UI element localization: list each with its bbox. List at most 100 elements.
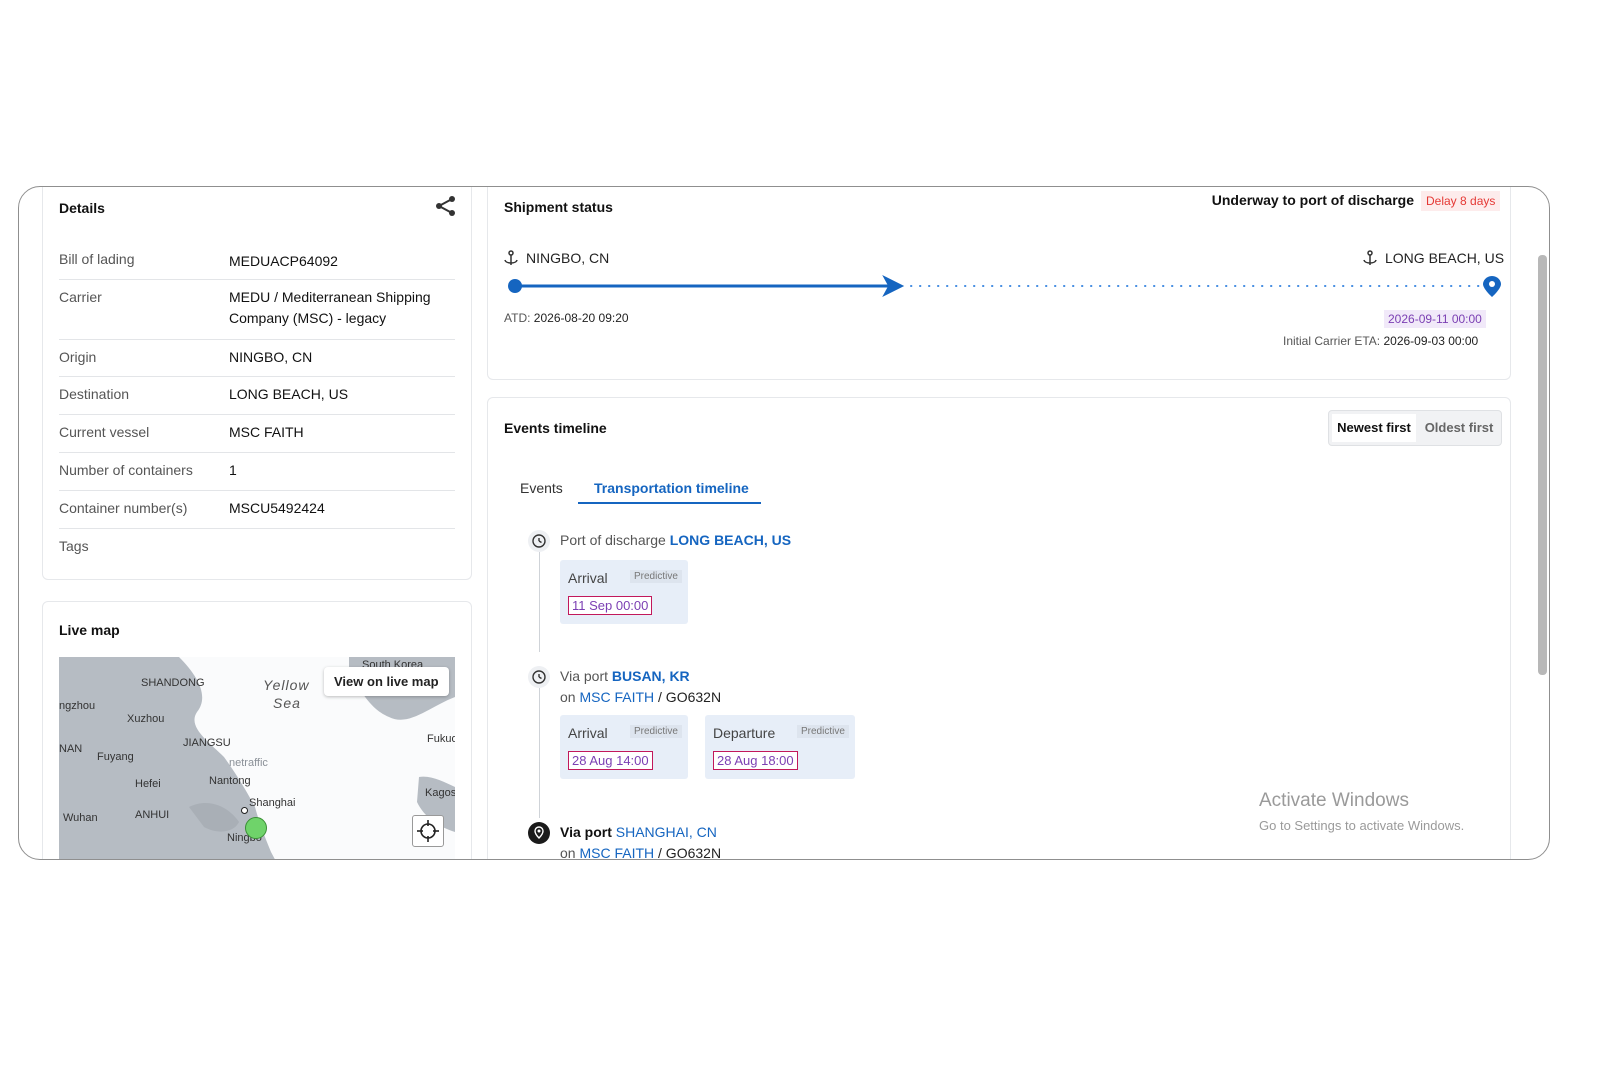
eta-value: 2026-09-11 00:00 — [1384, 310, 1486, 328]
event-title: Via port BUSAN, KR — [560, 668, 690, 684]
events-timeline-card: Events timeline Newest first Oldest firs… — [487, 397, 1511, 860]
on-label: on — [560, 689, 576, 705]
anchor-icon — [1363, 250, 1377, 265]
detail-label: Container number(s) — [59, 500, 188, 516]
location-pin-icon — [528, 822, 550, 844]
map-label-nantong: Nantong — [209, 775, 251, 787]
event-title: Port of discharge LONG BEACH, US — [560, 532, 791, 548]
event-date: 11 Sep 00:00 — [568, 596, 653, 615]
port-link-long-beach[interactable]: LONG BEACH, US — [670, 532, 791, 548]
tab-events[interactable]: Events — [520, 480, 563, 496]
detail-row-carrier: Carrier MEDU / Mediterranean Shipping Co… — [59, 279, 455, 340]
timeline-connector — [539, 552, 540, 652]
event-prefix: Via port — [560, 824, 612, 840]
map-view[interactable]: SHANDONG Yellow Sea South Korea ngzhou X… — [59, 657, 455, 859]
event-vessel-line: on MSC FAITH / GO632N — [560, 689, 721, 705]
port-link-busan[interactable]: BUSAN, KR — [612, 668, 690, 684]
origin-link[interactable]: NINGBO, CN — [229, 347, 449, 368]
atd-row: ATD: 2026-08-20 09:20 — [504, 311, 629, 325]
event-box-departure: Departure Predictive 28 Aug 18:00 — [705, 715, 855, 779]
predictive-badge: Predictive — [630, 570, 682, 583]
event-name: Arrival — [568, 725, 608, 741]
map-label-kago: Kagos — [425, 787, 455, 799]
map-label-yellow: Yellow — [263, 677, 310, 693]
events-title: Events timeline — [504, 420, 607, 436]
detail-row-number-of-containers: Number of containers 1 — [59, 452, 455, 491]
map-watermark: netraffic — [229, 757, 268, 769]
oldest-first-button[interactable]: Oldest first — [1419, 414, 1499, 442]
crosshair-icon — [417, 820, 439, 842]
map-label-fukuo: Fukuo — [427, 733, 455, 745]
scrollbar[interactable] — [1538, 255, 1547, 675]
app-frame: Details Bill of lading MEDUACP64092 Carr… — [18, 186, 1550, 860]
active-tab-indicator — [578, 502, 761, 504]
detail-label: Tags — [59, 538, 89, 554]
vessel-link[interactable]: MSC FAITH — [579, 845, 654, 859]
map-label-shandong: SHANDONG — [141, 677, 205, 689]
vessel-link[interactable]: MSC FAITH — [579, 689, 654, 705]
voyage-number: / GO632N — [658, 689, 722, 705]
delay-badge: Delay 8 days — [1421, 191, 1501, 211]
details-card: Details Bill of lading MEDUACP64092 Carr… — [42, 187, 472, 580]
map-label-sea: Sea — [273, 695, 301, 711]
tab-transportation-timeline[interactable]: Transportation timeline — [594, 480, 749, 496]
detail-label: Current vessel — [59, 424, 150, 440]
map-label-wuhan: Wuhan — [63, 812, 98, 824]
map-label-fuyang: Fuyang — [97, 751, 134, 763]
detail-row-current-vessel: Current vessel MSC FAITH — [59, 414, 455, 453]
live-map-title: Live map — [59, 622, 120, 638]
port-link-shanghai[interactable]: SHANGHAI, CN — [616, 824, 717, 840]
route-progress — [508, 275, 1501, 297]
view-on-live-map-button[interactable]: View on live map — [324, 667, 449, 696]
detail-label: Bill of lading — [59, 251, 135, 267]
clock-icon — [528, 666, 550, 688]
event-box-arrival: Arrival Predictive 11 Sep 00:00 — [560, 560, 688, 624]
detail-label: Destination — [59, 386, 130, 402]
map-label-jiangsu: JIANGSU — [183, 737, 231, 749]
event-box-arrival: Arrival Predictive 28 Aug 14:00 — [560, 715, 688, 779]
atd-value: 2026-08-20 09:20 — [533, 311, 629, 325]
destination-link[interactable]: LONG BEACH, US — [229, 384, 449, 405]
locate-button[interactable] — [412, 815, 444, 847]
map-label-nan: NAN — [59, 743, 83, 755]
map-label-shanghai: Shanghai — [249, 797, 296, 809]
initial-eta-value: 2026-09-03 00:00 — [1383, 334, 1479, 348]
details-title: Details — [59, 200, 105, 216]
shipment-status-text: Underway to port of discharge — [1211, 192, 1414, 208]
sort-toggle: Newest first Oldest first — [1328, 410, 1502, 446]
share-icon[interactable] — [435, 195, 457, 217]
live-map-card: Live map SHANDONG Yellow Sea South Korea… — [42, 601, 472, 859]
vessel-link[interactable]: MSC FAITH — [229, 422, 449, 443]
detail-label: Carrier — [59, 289, 102, 305]
detail-label: Number of containers — [59, 462, 193, 478]
initial-eta-label: Initial Carrier ETA: — [1283, 334, 1381, 348]
event-prefix: Via port — [560, 668, 608, 684]
detail-row-origin: Origin NINGBO, CN — [59, 339, 455, 377]
detail-row-bill-of-lading: Bill of lading MEDUACP64092 — [59, 245, 455, 280]
newest-first-button[interactable]: Newest first — [1332, 414, 1416, 442]
shipment-status-title: Shipment status — [504, 199, 613, 215]
event-name: Arrival — [568, 570, 608, 586]
clock-icon — [528, 530, 550, 552]
atd-label: ATD: — [504, 311, 531, 325]
predictive-badge: Predictive — [797, 725, 849, 738]
detail-value: MEDUACP64092 — [229, 253, 338, 269]
map-label-gzhou: ngzhou — [59, 700, 96, 712]
voyage-number: / GO632N — [658, 845, 722, 860]
event-vessel-line: on MSC FAITH / GO632N — [560, 845, 722, 860]
predictive-badge: Predictive — [630, 725, 682, 738]
destination-port: LONG BEACH, US — [1385, 250, 1505, 266]
map-label-anhui: ANHUI — [135, 809, 170, 821]
timeline-connector — [539, 688, 540, 818]
initial-eta-row: Initial Carrier ETA: 2026-09-03 00:00 — [1283, 334, 1478, 348]
activate-windows-subtitle: Go to Settings to activate Windows. — [1259, 818, 1465, 833]
origin-port: NINGBO, CN — [526, 250, 610, 266]
port-dot-shanghai — [241, 807, 248, 814]
event-prefix: Port of discharge — [560, 532, 666, 548]
detail-row-destination: Destination LONG BEACH, US — [59, 376, 455, 415]
detail-row-tags: Tags — [59, 528, 455, 566]
origin-dot — [508, 279, 522, 293]
vessel-marker[interactable] — [245, 817, 267, 839]
activate-windows-title: Activate Windows — [1259, 790, 1409, 811]
event-date: 28 Aug 18:00 — [713, 751, 798, 770]
